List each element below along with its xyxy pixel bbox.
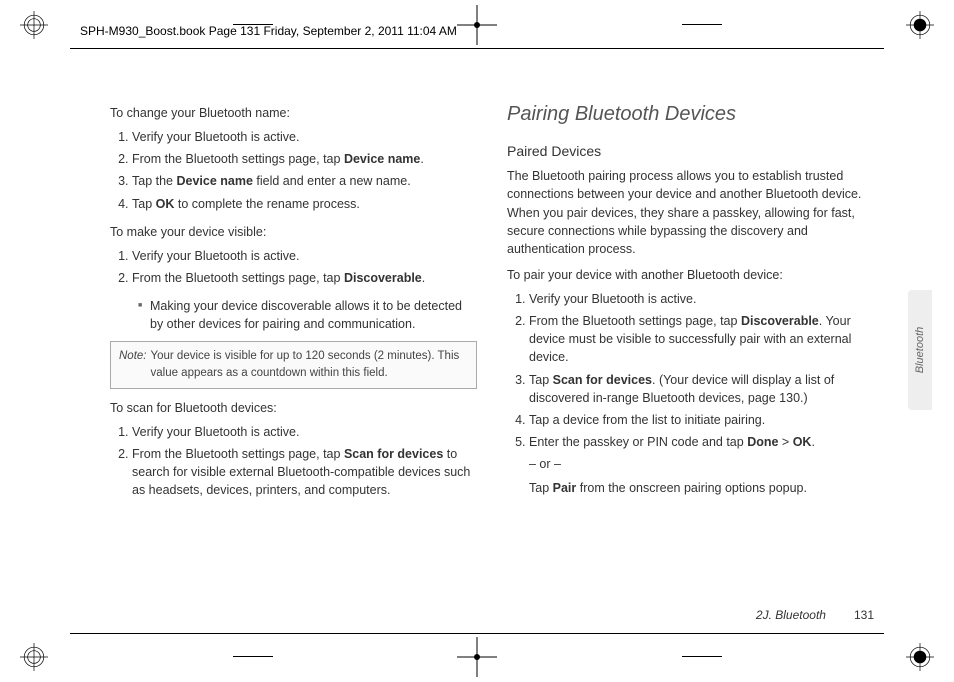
registration-mark-icon (906, 11, 934, 39)
list-change-name: Verify your Bluetooth is active. From th… (132, 128, 477, 213)
intro-paragraph: The Bluetooth pairing process allows you… (507, 167, 874, 258)
heading-change-name: To change your Bluetooth name: (110, 104, 477, 122)
list-scan: Verify your Bluetooth is active. From th… (132, 423, 477, 500)
side-tab-label: Bluetooth (914, 327, 926, 373)
cross-mark-icon (457, 637, 497, 677)
list-item: From the Bluetooth settings page, tap Di… (529, 312, 874, 366)
list-item: Enter the passkey or PIN code and tap Do… (529, 433, 874, 497)
side-tab: Bluetooth (908, 290, 932, 410)
sub-bullet: Making your device discoverable allows i… (138, 297, 477, 333)
heading-pair: To pair your device with another Bluetoo… (507, 266, 874, 284)
list-item: Verify your Bluetooth is active. (529, 290, 874, 308)
heading-scan: To scan for Bluetooth devices: (110, 399, 477, 417)
list-item: Tap the Device name field and enter a ne… (132, 172, 477, 190)
crop-info-text: SPH-M930_Boost.book Page 131 Friday, Sep… (80, 24, 457, 38)
page-number: 131 (854, 608, 874, 622)
list-item: Tap Scan for devices. (Your device will … (529, 371, 874, 407)
header-rule (70, 48, 884, 49)
list-item: From the Bluetooth settings page, tap Sc… (132, 445, 477, 499)
heading-make-visible: To make your device visible: (110, 223, 477, 241)
cross-mark-icon (457, 5, 497, 45)
list-item: From the Bluetooth settings page, tap De… (132, 150, 477, 168)
registration-mark-icon (20, 643, 48, 671)
alt-step: Tap Pair from the onscreen pairing optio… (529, 479, 874, 497)
list-item: Verify your Bluetooth is active. (132, 423, 477, 441)
subsection-title: Paired Devices (507, 141, 874, 161)
list-make-visible: Verify your Bluetooth is active. From th… (132, 247, 477, 287)
section-title: Pairing Bluetooth Devices (507, 100, 874, 129)
list-pair: Verify your Bluetooth is active. From th… (529, 290, 874, 497)
registration-mark-icon (906, 643, 934, 671)
list-item: Tap OK to complete the rename process. (132, 195, 477, 213)
list-item: Verify your Bluetooth is active. (132, 247, 477, 265)
list-item: Tap a device from the list to initiate p… (529, 411, 874, 429)
note-text: Your device is visible for up to 120 sec… (151, 348, 469, 381)
registration-mark-icon (20, 11, 48, 39)
or-separator: – or – (529, 455, 874, 473)
right-column: Pairing Bluetooth Devices Paired Devices… (507, 100, 874, 612)
left-column: To change your Bluetooth name: Verify yo… (110, 100, 477, 612)
list-item: Verify your Bluetooth is active. (132, 128, 477, 146)
note-box: Note: Your device is visible for up to 1… (110, 341, 477, 388)
chapter-label: 2J. Bluetooth (756, 608, 826, 622)
page-footer: 2J. Bluetooth 131 (756, 608, 874, 622)
footer-rule (70, 633, 884, 634)
note-label: Note: (119, 348, 147, 381)
page-frame: Bluetooth To change your Bluetooth name:… (100, 60, 884, 622)
list-item: From the Bluetooth settings page, tap Di… (132, 269, 477, 287)
crop-footer (0, 632, 954, 682)
